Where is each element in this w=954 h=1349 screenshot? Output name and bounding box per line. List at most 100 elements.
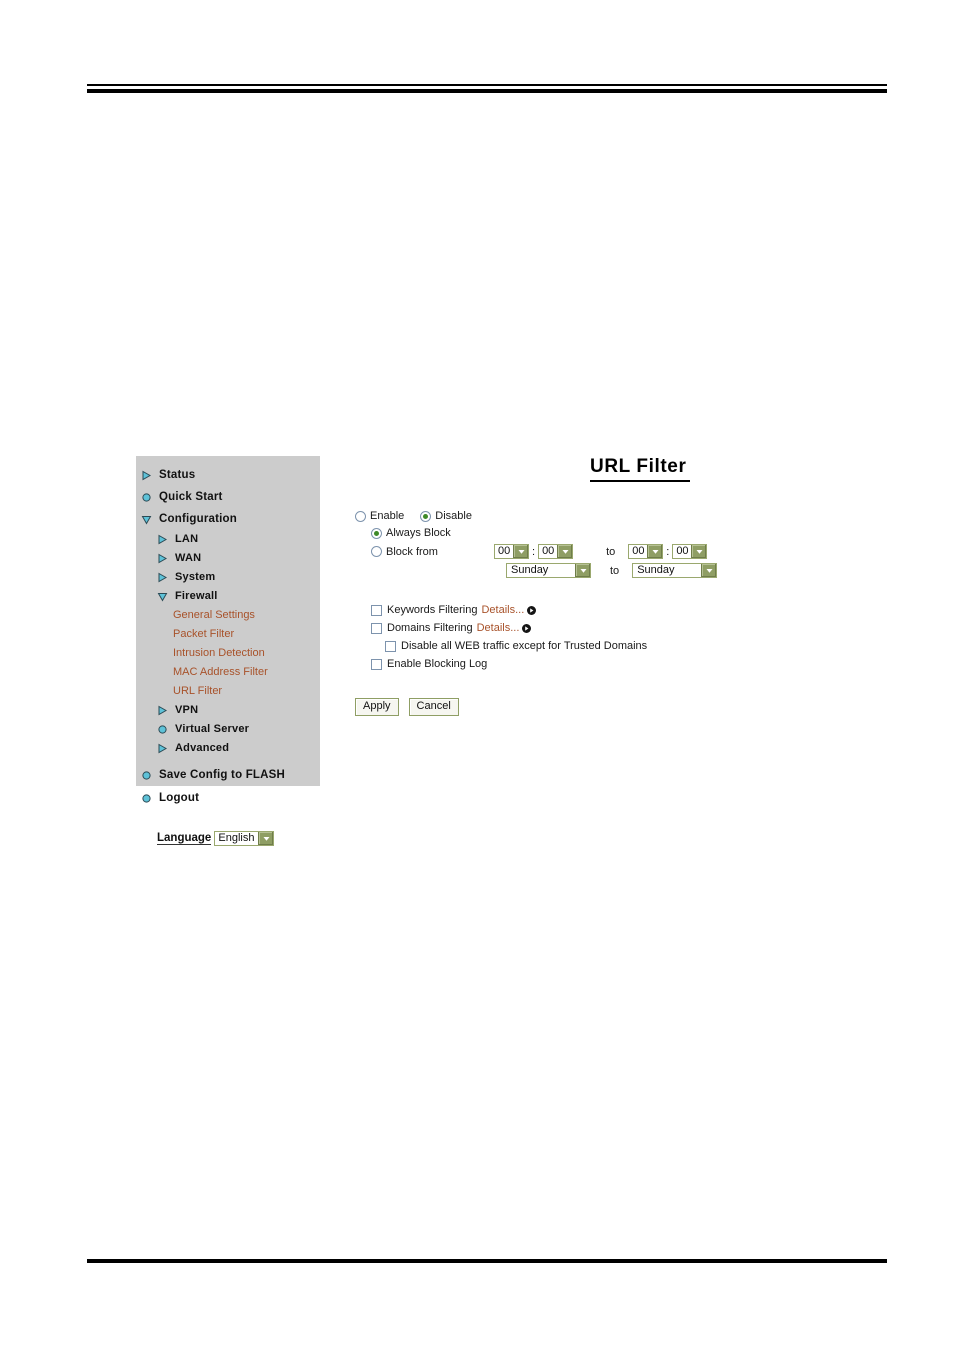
sidebar-item-firewall[interactable]: Firewall xyxy=(136,587,320,606)
domains-details-link[interactable]: Details... xyxy=(477,622,520,634)
sidebar-item-vpn[interactable]: VPN xyxy=(136,701,320,720)
triangle-right-icon xyxy=(157,705,170,716)
time-colon: : xyxy=(666,545,670,558)
chevron-down-icon[interactable] xyxy=(701,564,717,577)
disable-label: Disable xyxy=(435,510,472,522)
sidebar-item-advanced[interactable]: Advanced xyxy=(136,739,320,758)
day-range-row: Sunday to Sunday xyxy=(355,563,718,578)
blocking-log-row: Enable Blocking Log xyxy=(355,658,717,670)
sidebar-item-label: Status xyxy=(159,469,196,481)
sidebar-nav-list: Status Quick Start Configuration LAN WAN xyxy=(136,456,320,848)
url-filter-form: Enable Disable Always Block Block from 0… xyxy=(355,510,718,716)
enable-disable-row: Enable Disable xyxy=(355,510,717,522)
sidebar-item-intrusion-detection[interactable]: Intrusion Detection xyxy=(136,644,320,663)
from-hour-select[interactable]: 00 xyxy=(494,544,529,559)
triangle-right-icon xyxy=(157,534,170,545)
sidebar-item-label: Virtual Server xyxy=(175,723,250,735)
from-minute-select[interactable]: 00 xyxy=(538,544,574,559)
disable-web-traffic-label: Disable all WEB traffic except for Trust… xyxy=(401,640,648,652)
domains-filtering-row: Domains Filtering Details... xyxy=(355,622,717,634)
triangle-right-icon xyxy=(157,572,170,583)
triangle-right-icon xyxy=(157,743,170,754)
sidebar-item-system[interactable]: System xyxy=(136,568,320,587)
sidebar-item-lan[interactable]: LAN xyxy=(136,530,320,549)
circle-icon xyxy=(157,724,170,735)
circle-icon xyxy=(141,793,154,804)
page-title: URL Filter xyxy=(590,456,691,482)
sidebar-item-label: Configuration xyxy=(159,513,237,525)
time-colon: : xyxy=(532,545,536,558)
language-select[interactable]: English xyxy=(214,831,275,846)
from-day-select[interactable]: Sunday xyxy=(506,563,591,578)
language-section: Language English xyxy=(136,831,320,848)
sidebar-item-logout[interactable]: Logout xyxy=(136,789,320,808)
chevron-down-icon[interactable] xyxy=(647,545,663,558)
from-day-value: Sunday xyxy=(511,564,549,576)
sidebar-item-label: Quick Start xyxy=(159,491,223,503)
from-hour-value: 00 xyxy=(498,545,511,557)
block-from-row: Block from 00 : 00 to 00: 00 xyxy=(355,544,717,559)
sidebar-item-save-config-to-flash[interactable]: Save Config to FLASH xyxy=(136,766,320,785)
keywords-filtering-row: Keywords Filtering Details... xyxy=(355,604,717,616)
sidebar-item-packet-filter[interactable]: Packet Filter xyxy=(136,625,320,644)
from-minute-value: 00 xyxy=(542,545,555,557)
sidebar-item-general-settings[interactable]: General Settings xyxy=(136,606,320,625)
sidebar-item-label: General Settings xyxy=(173,609,255,621)
chevron-down-icon[interactable] xyxy=(575,564,590,577)
keywords-details-link[interactable]: Details... xyxy=(481,604,524,616)
keywords-filtering-label: Keywords Filtering xyxy=(387,604,478,616)
arrow-right-circle-icon[interactable] xyxy=(527,605,537,615)
domains-filtering-checkbox[interactable] xyxy=(371,622,382,634)
sidebar-item-quick-start[interactable]: Quick Start xyxy=(136,488,320,507)
until-hour-select[interactable]: 00 xyxy=(628,544,664,559)
circle-icon xyxy=(141,770,154,781)
sidebar-item-label: LAN xyxy=(175,533,199,545)
sidebar-item-virtual-server[interactable]: Virtual Server xyxy=(136,720,320,739)
sidebar-item-label: URL Filter xyxy=(173,685,223,697)
sidebar-item-configuration[interactable]: Configuration xyxy=(136,510,320,529)
day-to-label: to xyxy=(610,564,620,577)
sidebar-item-url-filter[interactable]: URL Filter xyxy=(136,682,320,701)
triangle-down-icon xyxy=(141,514,154,525)
sidebar-item-label: VPN xyxy=(175,704,199,716)
disable-radio[interactable] xyxy=(420,510,432,522)
header-rule xyxy=(87,84,887,93)
chevron-down-icon[interactable] xyxy=(691,545,707,558)
disable-web-traffic-row: Disable all WEB traffic except for Trust… xyxy=(355,640,717,652)
until-day-select[interactable]: Sunday xyxy=(632,563,718,578)
blocking-log-label: Enable Blocking Log xyxy=(387,658,488,670)
domains-filtering-label: Domains Filtering xyxy=(387,622,473,634)
sidebar-item-status[interactable]: Status xyxy=(136,466,320,485)
chevron-down-icon[interactable] xyxy=(258,832,274,845)
until-day-value: Sunday xyxy=(637,564,675,576)
navigation-sidebar: Status Quick Start Configuration LAN WAN xyxy=(136,456,320,846)
chevron-down-icon[interactable] xyxy=(513,545,528,558)
always-block-row: Always Block xyxy=(355,527,717,539)
until-minute-value: 00 xyxy=(676,545,689,557)
until-minute-select[interactable]: 00 xyxy=(672,544,708,559)
always-block-radio[interactable] xyxy=(371,527,382,539)
blocking-log-checkbox[interactable] xyxy=(371,658,382,670)
sidebar-item-mac-address-filter[interactable]: MAC Address Filter xyxy=(136,663,320,682)
apply-button[interactable]: Apply xyxy=(355,698,399,716)
sidebar-item-label: MAC Address Filter xyxy=(173,666,268,678)
sidebar-item-label: Logout xyxy=(159,792,200,804)
enable-radio[interactable] xyxy=(355,510,366,522)
arrow-right-circle-icon[interactable] xyxy=(522,623,532,633)
sidebar-item-label: System xyxy=(175,571,216,583)
sidebar-item-label: Firewall xyxy=(175,590,218,602)
cancel-button[interactable]: Cancel xyxy=(408,698,459,716)
sidebar-item-label: Packet Filter xyxy=(173,628,235,640)
keywords-filtering-checkbox[interactable] xyxy=(371,604,382,616)
triangle-down-icon xyxy=(157,591,170,602)
footer-rule xyxy=(87,1259,887,1263)
sidebar-item-wan[interactable]: WAN xyxy=(136,549,320,568)
time-to-label: to xyxy=(606,545,616,558)
disable-web-traffic-checkbox[interactable] xyxy=(385,640,396,652)
chevron-down-icon[interactable] xyxy=(557,545,573,558)
sidebar-item-label: Intrusion Detection xyxy=(173,647,265,659)
sidebar-item-label: WAN xyxy=(175,552,202,564)
block-from-radio[interactable] xyxy=(371,546,382,557)
form-buttons: Apply Cancel xyxy=(355,698,717,716)
